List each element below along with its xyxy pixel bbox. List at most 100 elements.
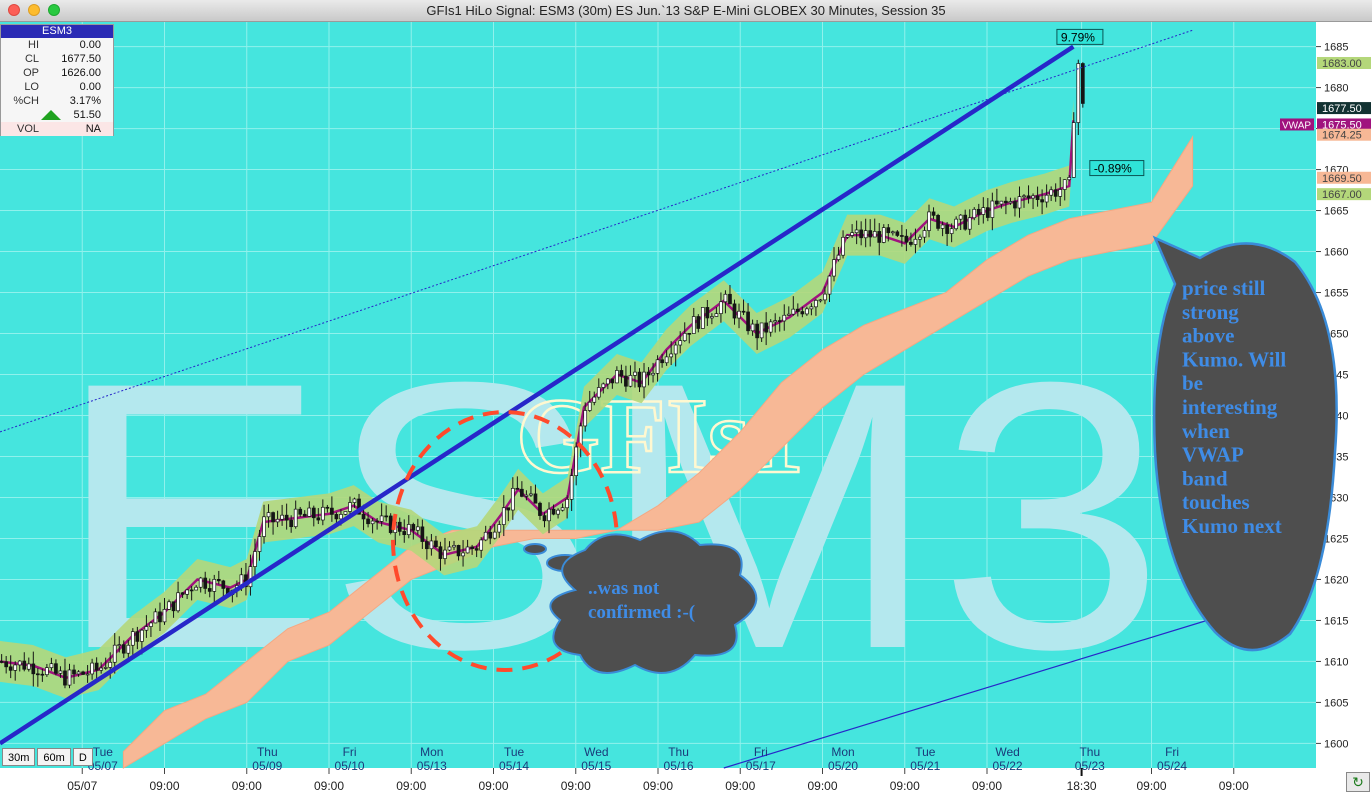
candle-body (411, 524, 416, 531)
candle-body (560, 507, 565, 511)
x-tick-label: 18:30 (1067, 779, 1097, 793)
candle-body (140, 629, 144, 642)
candle-body (515, 487, 520, 490)
candle-body (881, 227, 886, 243)
timeframe-bar: 30m 60m D (2, 748, 93, 766)
candle-body (999, 200, 1004, 205)
candle-body (931, 211, 936, 216)
candle-body (185, 589, 189, 595)
price-chart[interactable]: 1600160516101615162016251630163516401645… (0, 22, 1372, 794)
price-tag-label: 1667.00 (1322, 189, 1362, 201)
candle-body (728, 293, 732, 305)
y-tick-label: 1605 (1324, 697, 1348, 709)
candle-body (388, 515, 393, 533)
candle-body (700, 307, 705, 329)
candle-body (17, 660, 22, 666)
candle-body (262, 516, 266, 537)
candle-body (945, 224, 949, 234)
candle-body (904, 235, 909, 243)
candle-body (8, 666, 13, 671)
candle-body (506, 507, 511, 511)
candle-body (967, 217, 972, 230)
quote-row-pctch: %CH 3.17% (1, 94, 113, 108)
candle-body (605, 378, 610, 385)
price-tag-label: 1674.25 (1322, 130, 1362, 142)
date-label: 05/14 (499, 759, 529, 773)
candle-body (1053, 189, 1058, 197)
refresh-icon[interactable]: ↻ (1346, 772, 1370, 792)
quote-row-op: OP 1626.00 (1, 66, 113, 80)
candle-body (406, 524, 411, 536)
candle-body (823, 293, 827, 301)
day-label: Fri (1165, 745, 1179, 759)
candle-body (886, 227, 891, 234)
x-tick-label: 09:00 (643, 779, 673, 793)
candle-body (1035, 195, 1040, 200)
callout-text-right: band (1182, 466, 1228, 490)
candle-body (592, 396, 597, 403)
day-label: Fri (754, 745, 768, 759)
candle-body (782, 314, 787, 322)
candle-body (859, 229, 864, 239)
candle-body (890, 231, 895, 234)
callout-text-right: strong (1182, 300, 1239, 324)
candle-body (900, 235, 904, 237)
candle-body (434, 540, 438, 548)
candle-body (510, 487, 515, 511)
timeframe-60m-button[interactable]: 60m (37, 748, 71, 766)
price-tag-label: 1669.50 (1322, 173, 1362, 185)
timeframe-daily-button[interactable]: D (72, 748, 93, 766)
candle-body (845, 235, 850, 238)
candle-body (841, 236, 845, 256)
candle-body (108, 661, 113, 668)
candle-body (791, 308, 796, 315)
y-tick-label: 1655 (1324, 288, 1348, 300)
candle-body (1040, 199, 1044, 203)
day-label: Thu (668, 745, 689, 759)
quote-row-cl: CL 1677.50 (1, 52, 113, 66)
quote-value: 3.17% (69, 95, 101, 107)
quote-label: %CH (13, 95, 39, 107)
day-label: Fri (343, 745, 357, 759)
x-tick-label: 09:00 (725, 779, 755, 793)
quote-box: ESM3 HI 0.00 CL 1677.50 OP 1626.00 LO 0.00 %… (0, 24, 114, 136)
candle-body (990, 200, 995, 218)
candle-body (768, 321, 773, 333)
candle-body (253, 551, 257, 567)
callout-text-right: price still (1182, 276, 1266, 300)
candle-body (664, 356, 669, 364)
quote-value: NA (85, 123, 101, 135)
candle-body (628, 375, 633, 387)
candle-body (289, 519, 294, 528)
quote-value: 1626.00 (61, 67, 101, 79)
candle-body (293, 508, 298, 528)
callout-text-right: when (1182, 419, 1230, 443)
y-tick-label: 1620 (1324, 574, 1348, 586)
candle-body (370, 520, 375, 525)
percent-label: -0.89% (1094, 162, 1132, 176)
callout-text-right: Kumo. Will (1182, 347, 1286, 371)
candle-body (397, 521, 402, 532)
candle-body (447, 546, 452, 551)
y-tick-label: 1600 (1324, 738, 1348, 750)
candle-body (429, 540, 434, 550)
candle-body (126, 644, 131, 654)
candle-body (284, 514, 289, 521)
candle-body (615, 370, 619, 384)
candle-body (221, 580, 226, 589)
candle-body (443, 549, 447, 559)
timeframe-30m-button[interactable]: 30m (2, 748, 36, 766)
candle-body (189, 589, 194, 592)
candle-body (85, 673, 90, 676)
candle-body (764, 322, 769, 333)
candle-body (1044, 194, 1049, 203)
candle-body (596, 387, 601, 398)
quote-value: 0.00 (79, 39, 101, 51)
y-tick-label: 1625 (1324, 533, 1348, 545)
candle-body (995, 200, 999, 205)
candle-body (72, 669, 76, 675)
candle-body (81, 671, 85, 675)
y-tick-label: 1680 (1324, 83, 1348, 95)
candle-body (117, 644, 122, 647)
candle-body (90, 662, 94, 675)
